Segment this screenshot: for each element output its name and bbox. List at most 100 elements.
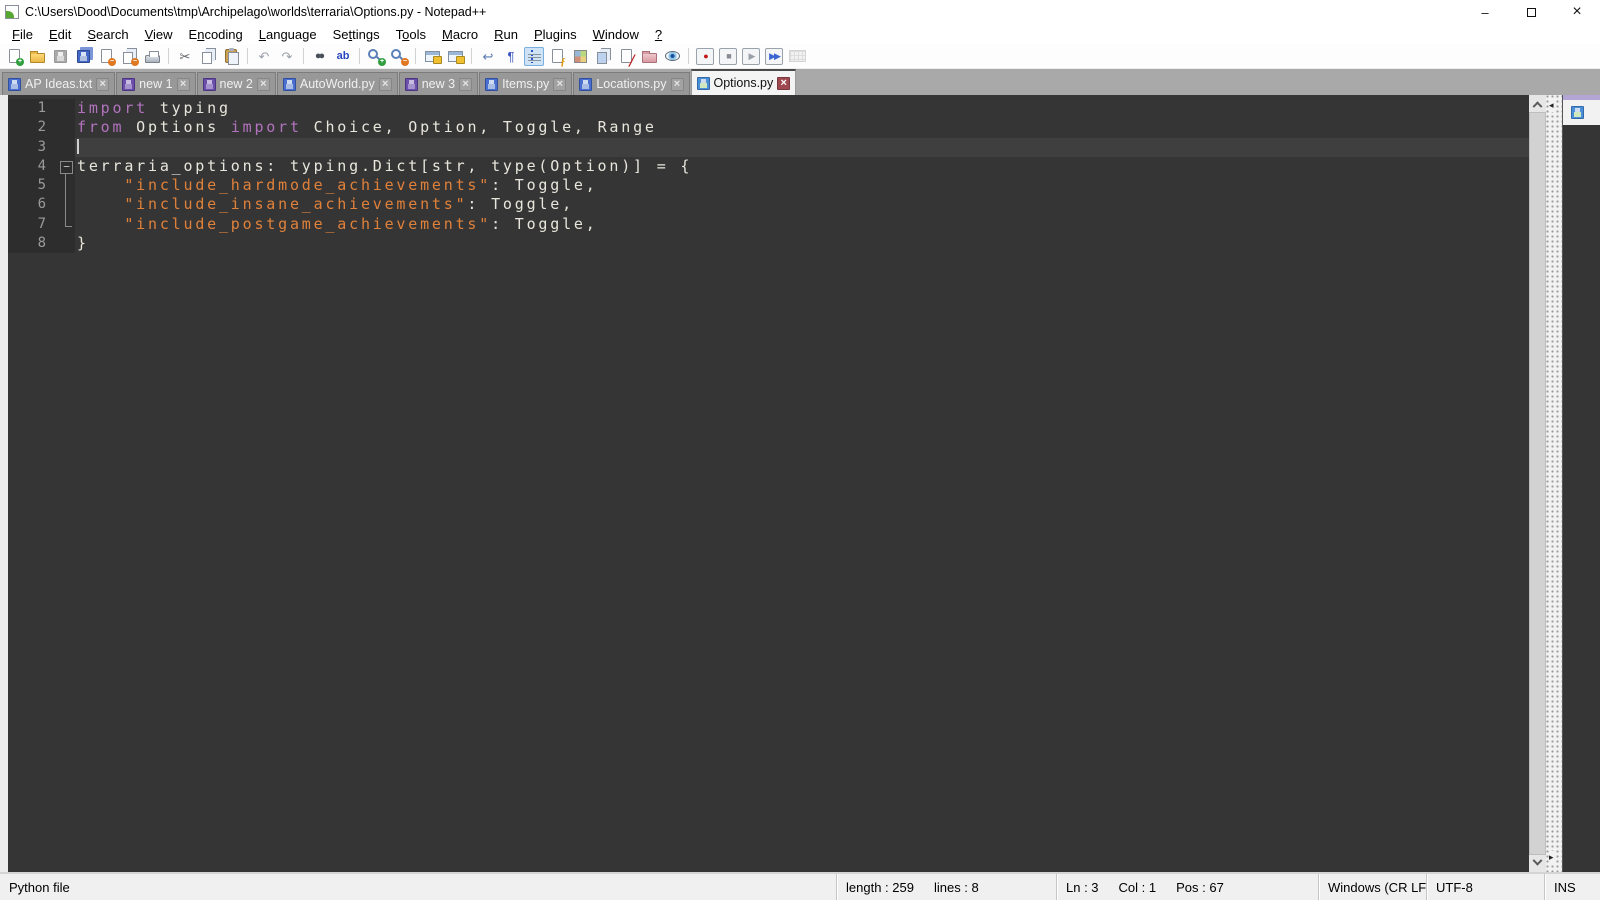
icon-shape (144, 51, 160, 63)
tab-locations-py[interactable]: Locations.py × (573, 72, 690, 95)
menu-encoding[interactable]: Encoding (181, 26, 251, 43)
menu-language[interactable]: Language (251, 26, 325, 43)
line-number[interactable]: 7 (8, 214, 58, 235)
macro-play-icon[interactable]: ▶ (741, 47, 761, 66)
tab-label: AutoWorld.py (299, 77, 375, 91)
status-insert-mode[interactable]: INS (1544, 874, 1600, 900)
minimize-button[interactable]: – (1462, 0, 1508, 24)
find-icon[interactable]: ●● (310, 47, 330, 66)
second-view-tab[interactable] (1563, 100, 1600, 125)
menu-edit[interactable]: Edit (41, 26, 79, 43)
zoom-in-icon[interactable]: + (366, 47, 386, 66)
line-number[interactable]: 1 (8, 99, 58, 119)
line-number[interactable]: 3 (8, 137, 58, 157)
scroll-up-button[interactable] (1529, 95, 1546, 112)
word-wrap-icon[interactable]: ↩ (478, 47, 498, 66)
close-document-icon[interactable]: − (96, 47, 116, 66)
code-line[interactable]: 4 terraria_options: typing.Dict[str, type… (8, 156, 1529, 177)
line-number[interactable]: 2 (8, 118, 58, 138)
redo-icon[interactable]: ↷ (277, 47, 297, 66)
code-line[interactable]: 3 (8, 137, 1529, 157)
file-monitoring-icon[interactable] (662, 47, 682, 66)
edit-with-external-icon[interactable]: ╱ (616, 47, 636, 66)
line-number[interactable]: 8 (8, 234, 58, 254)
tab-close-icon[interactable]: × (96, 77, 110, 91)
tab-close-icon[interactable]: × (670, 77, 684, 91)
editor-view[interactable]: 1 import typing 2 from Options import Choic… (8, 95, 1529, 872)
scrollbar-thumb[interactable] (1529, 112, 1546, 855)
replace-icon[interactable]: ab (333, 47, 353, 66)
save-all-icon[interactable] (73, 47, 93, 66)
sync-vertical-scrolling-icon[interactable] (422, 47, 442, 66)
macro-stop-icon[interactable]: ■ (718, 47, 738, 66)
menu-settings[interactable]: Settings (325, 26, 388, 43)
status-encoding[interactable]: UTF-8 (1426, 874, 1544, 900)
save-icon[interactable] (50, 47, 70, 66)
print-icon[interactable] (142, 47, 162, 66)
macro-save-icon[interactable] (787, 47, 807, 66)
tab-new-2[interactable]: new 2 × (196, 72, 276, 95)
line-number[interactable]: 4 (8, 156, 58, 177)
code-line[interactable]: 8} (8, 234, 1529, 254)
tab-options-py[interactable]: Options.py × (690, 69, 797, 95)
tab-autoworld-py[interactable]: AutoWorld.py × (276, 72, 398, 95)
zoom-out-icon[interactable]: − (389, 47, 409, 66)
open-file-icon[interactable] (27, 47, 47, 66)
tab-new-3[interactable]: new 3 × (398, 72, 479, 95)
project-panel-icon[interactable] (639, 47, 659, 66)
collapse-left-arrow-icon[interactable]: ◂ (1549, 99, 1554, 112)
code-pane[interactable]: 1 import typing 2 from Options import Choic… (8, 95, 1529, 872)
code-line[interactable]: 5 "include_hardmode_achievements": Toggl… (8, 176, 1529, 196)
show-indent-guide-icon[interactable] (524, 46, 544, 66)
menu-run[interactable]: Run (486, 26, 526, 43)
menu-window[interactable]: Window (585, 26, 647, 43)
code-line[interactable]: 1 import typing (8, 99, 1529, 119)
close-button[interactable]: × (1554, 0, 1600, 24)
menu-macro[interactable]: Macro (434, 26, 486, 43)
code-line[interactable]: 7 "include_postgame_achievements": Toggl… (8, 214, 1529, 235)
maximize-icon (1526, 7, 1536, 17)
copy-icon[interactable] (198, 47, 218, 66)
fold-toggle[interactable] (58, 156, 75, 177)
tab-close-icon[interactable]: × (256, 77, 270, 91)
tab-close-icon[interactable]: × (777, 76, 791, 90)
menu-file[interactable]: File (4, 26, 41, 43)
function-list-icon[interactable]: ƒ (547, 47, 567, 67)
document-switcher-icon[interactable] (593, 47, 613, 66)
scroll-down-button[interactable] (1529, 855, 1546, 872)
menu-plugins[interactable]: Plugins (526, 26, 585, 43)
fold-margin (58, 234, 75, 254)
cut-icon[interactable]: ✂ (175, 47, 195, 66)
tab-ap-ideas-txt[interactable]: AP Ideas.txt × (2, 72, 116, 95)
panel-splitter[interactable]: ◂ ▸ (1546, 95, 1562, 872)
tab-items-py[interactable]: Items.py × (479, 72, 573, 95)
macro-record-icon[interactable]: ● (695, 47, 715, 66)
code-line[interactable]: 6 "include_insane_achievements": Toggle, (8, 195, 1529, 216)
maximize-button[interactable] (1508, 0, 1554, 24)
tab-close-icon[interactable]: × (553, 77, 567, 91)
show-all-characters-icon[interactable]: ¶ (501, 47, 521, 66)
menu-view[interactable]: View (137, 26, 181, 43)
new-file-icon[interactable]: + (4, 47, 24, 66)
code-segment: : Toggle, (491, 176, 598, 195)
vertical-scrollbar[interactable] (1529, 95, 1546, 872)
tab-close-icon[interactable]: × (176, 77, 190, 91)
close-all-documents-icon[interactable]: − (119, 47, 139, 66)
tab-new-1[interactable]: new 1 × (116, 72, 196, 95)
paste-icon[interactable] (221, 47, 241, 66)
menu-?[interactable]: ? (647, 26, 670, 43)
collapse-right-arrow-icon[interactable]: ▸ (1549, 851, 1554, 864)
code-line[interactable]: 2 from Options import Choice, Option, Tog… (8, 118, 1529, 138)
line-number[interactable]: 6 (8, 195, 58, 215)
sync-horizontal-scrolling-icon[interactable] (445, 47, 465, 66)
line-number[interactable]: 5 (8, 176, 58, 196)
menu-tools[interactable]: Tools (388, 26, 434, 43)
tab-close-icon[interactable]: × (378, 77, 392, 91)
tab-close-icon[interactable]: × (459, 77, 473, 91)
macro-run-multiple-icon[interactable]: ▶▶ (764, 47, 784, 66)
second-view-editor[interactable] (1563, 125, 1600, 872)
document-map-icon[interactable] (570, 47, 590, 66)
undo-icon[interactable]: ↶ (254, 47, 274, 66)
status-eol-format[interactable]: Windows (CR LF) (1318, 874, 1426, 900)
menu-search[interactable]: Search (79, 26, 136, 43)
